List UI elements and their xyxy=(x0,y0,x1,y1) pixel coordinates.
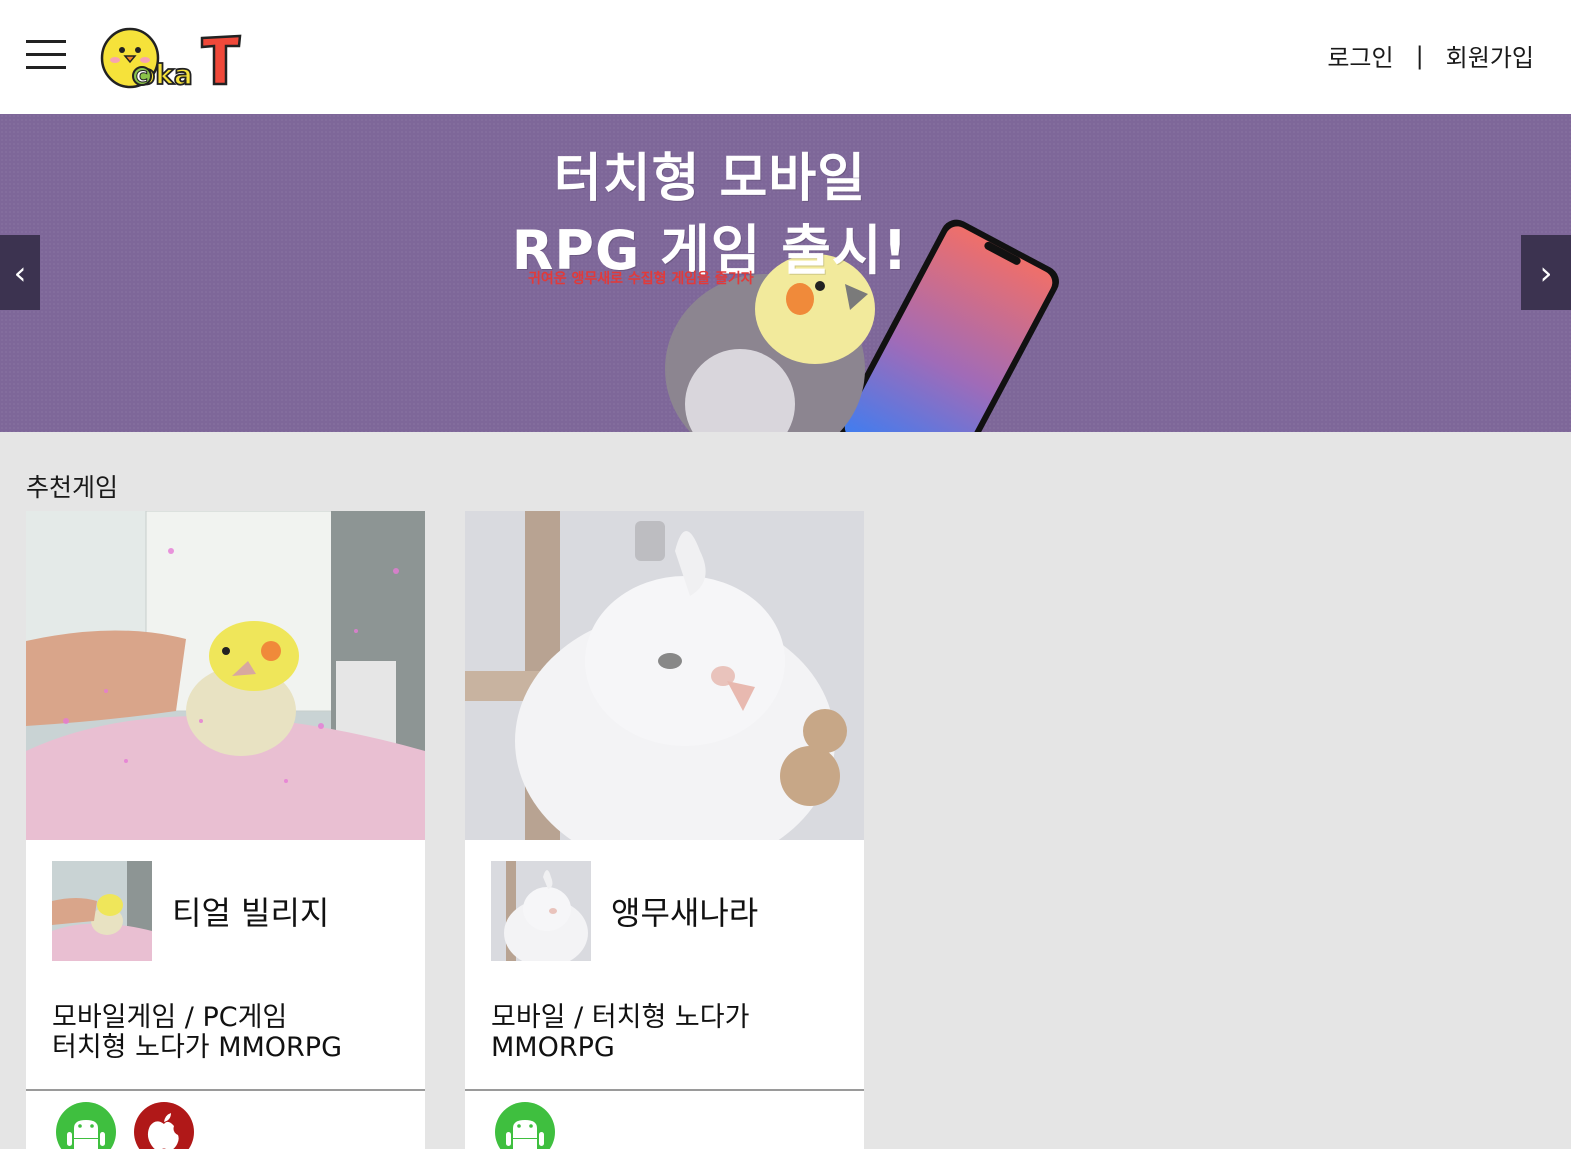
game-cover-image[interactable] xyxy=(26,511,425,840)
game-description-line1: 모바일 / 터치형 노다가 xyxy=(491,1002,750,1033)
game-description-line2: 터치형 노다가 MMORPG xyxy=(52,1032,343,1063)
svg-text:C: C xyxy=(136,67,148,86)
game-description-line1: 모바일게임 / PC게임 xyxy=(52,1002,288,1033)
site-header: CokaT oka C 로그인 | 회원가입 xyxy=(0,0,1571,114)
game-description: 모바일게임 / PC게임 터치형 노다가 MMORPG xyxy=(52,1003,412,1063)
banner-title-line1: 터치형 모바일 xyxy=(553,149,867,209)
hamburger-menu-icon[interactable] xyxy=(26,40,66,70)
card-divider xyxy=(26,1089,425,1091)
site-logo[interactable]: CokaT oka C xyxy=(100,18,245,92)
banner-subtitle: 귀여운 앵무새로 수집형 게임을 즐기자 xyxy=(528,271,754,287)
carousel-next-button[interactable]: › xyxy=(1521,235,1571,310)
android-icon[interactable] xyxy=(495,1102,555,1149)
game-title[interactable]: 앵무새나라 xyxy=(611,888,758,934)
section-title-recommended: 추천게임 xyxy=(26,473,119,502)
android-icon[interactable] xyxy=(56,1102,116,1149)
game-title[interactable]: 티얼 빌리지 xyxy=(172,888,329,934)
card-divider xyxy=(465,1089,864,1091)
game-description-line2: MMORPG xyxy=(491,1032,615,1063)
login-link[interactable]: 로그인 xyxy=(1327,38,1393,73)
game-card[interactable]: 앵무새나라 모바일 / 터치형 노다가 MMORPG xyxy=(465,511,864,1149)
game-description: 모바일 / 터치형 노다가 MMORPG xyxy=(491,1003,851,1063)
chevron-left-icon: ‹ xyxy=(13,253,27,292)
hero-banner[interactable]: 터치형 모바일 RPG 게임 출시! 귀여운 앵무새로 수집형 게임을 즐기자 … xyxy=(0,114,1571,432)
signup-link[interactable]: 회원가입 xyxy=(1446,38,1534,73)
apple-icon[interactable] xyxy=(134,1102,194,1149)
carousel-prev-button[interactable]: ‹ xyxy=(0,235,40,310)
game-card[interactable]: 티얼 빌리지 모바일게임 / PC게임 터치형 노다가 MMORPG xyxy=(26,511,425,1149)
game-thumbnail xyxy=(491,861,591,961)
game-thumbnail xyxy=(52,861,152,961)
game-cover-image[interactable] xyxy=(465,511,864,840)
auth-links: 로그인 | 회원가입 xyxy=(1327,38,1534,73)
chevron-right-icon: › xyxy=(1539,253,1553,292)
auth-separator: | xyxy=(1415,41,1424,70)
